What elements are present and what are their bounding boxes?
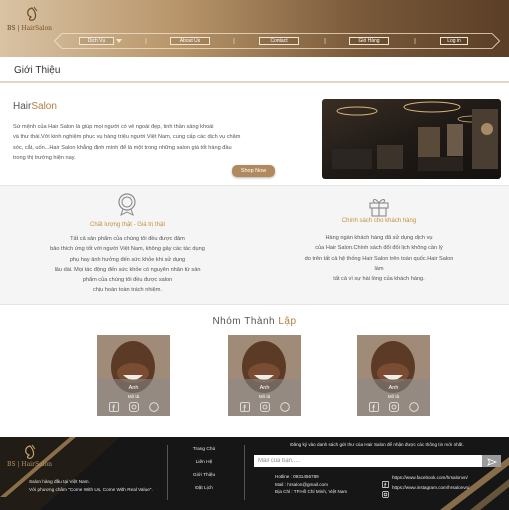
member-name: Anh — [128, 385, 139, 391]
footer-facebook-link[interactable]: https://www.facebook.com/hrsalonvn/ — [382, 475, 502, 488]
team-title: Nhóm Thành Lập — [212, 316, 297, 327]
team-member-card[interactable]: Anh Mô tả — [228, 335, 301, 416]
member-name: Anh — [259, 385, 270, 391]
policy-section: Chất lượng thật - Giá trị thật Tất cả sả… — [0, 185, 509, 305]
member-role: Mô tả — [258, 394, 271, 399]
member-social — [367, 402, 423, 413]
quality-text: Tất cả sản phẩm của chúng tôi đều được đ… — [50, 236, 205, 294]
logo-text: BS | HairSalon — [7, 25, 53, 32]
chevron-down-icon[interactable] — [116, 39, 122, 43]
facebook-icon[interactable] — [109, 402, 119, 412]
quality-title: Chất lượng thật - Giá trị thật — [90, 222, 165, 228]
tiktok-icon[interactable] — [409, 402, 419, 412]
instagram-icon[interactable] — [260, 402, 270, 412]
scissors-logo-icon[interactable] — [22, 444, 38, 460]
facebook-icon[interactable] — [240, 402, 250, 412]
nav-contact[interactable]: Contact — [259, 37, 299, 45]
tiktok-icon[interactable] — [149, 402, 159, 412]
tiktok-icon[interactable] — [280, 402, 290, 412]
nav-log-in[interactable]: Log in — [440, 37, 468, 45]
shop-now-button[interactable]: Shop Now — [232, 165, 275, 177]
site-header: BS | HairSalon Dịch Vụ About Us Contact … — [0, 0, 509, 57]
member-role: Mô tả — [127, 394, 140, 399]
footer-description: Salon hàng đầu tại Việt Nam. Với phương … — [29, 479, 153, 492]
member-role: Mô tả — [387, 394, 400, 399]
site-footer: BS | HairSalon Salon hàng đầu tại Việt N… — [0, 437, 509, 510]
logo[interactable]: BS | HairSalon — [7, 6, 57, 36]
footer-link-trang-chu[interactable]: Trang Chủ — [172, 447, 236, 452]
footer-link-lien-he[interactable]: Liên Hệ — [172, 460, 236, 465]
team-member-card[interactable]: Anh Mô tả — [357, 335, 430, 416]
footer-logo-text: BS | HairSalon — [7, 461, 53, 468]
footer-instagram-link[interactable]: https://www.instagram.com/hrsalonvn/ — [382, 485, 502, 498]
newsletter-send-button[interactable] — [482, 455, 501, 467]
main-nav: Dịch Vụ About Us Contact Giỏ Hàng Log in — [54, 33, 500, 49]
newsletter-note: Đăng ký vào danh sách gửi thư của Hair S… — [290, 442, 464, 447]
footer-gold-stripes — [0, 437, 509, 510]
instagram-icon[interactable] — [389, 402, 399, 412]
footer-link-dat-lich[interactable]: Đặt Lịch — [172, 486, 236, 491]
customer-policy-text: Hàng ngàn khách hàng đã sử dụng dịch vụ … — [304, 235, 454, 283]
customer-policy-title: Chính sách cho khách hàng — [341, 218, 417, 224]
page-title-bar: Giới Thiệu — [0, 59, 509, 83]
member-social — [238, 402, 294, 413]
footer-link-gioi-thieu[interactable]: Giới Thiệu — [172, 473, 236, 478]
newsletter-email-input[interactable] — [254, 455, 482, 467]
page-title: Giới Thiệu — [14, 65, 61, 76]
send-icon — [487, 458, 498, 466]
instagram-icon — [382, 491, 389, 498]
footer-contact: Hotline : 0931456789 Mail : hrsalon@gmai… — [275, 474, 348, 494]
nav-dich-vu[interactable]: Dịch Vụ — [79, 37, 114, 45]
facebook-icon[interactable] — [369, 402, 379, 412]
footer-divider — [167, 445, 168, 500]
member-name: Anh — [388, 385, 399, 391]
nav-about-us[interactable]: About Us — [170, 37, 210, 45]
medal-icon — [118, 193, 136, 216]
instagram-icon[interactable] — [129, 402, 139, 412]
footer-divider — [244, 445, 245, 500]
nav-gio-hang[interactable]: Giỏ Hàng — [349, 37, 389, 45]
intro-text: Sứ mệnh của Hair Salon là giúp mọi người… — [13, 124, 241, 161]
scissors-logo-icon — [27, 6, 38, 21]
member-social — [107, 402, 163, 413]
salon-interior-image — [322, 99, 501, 179]
gift-icon — [369, 199, 389, 217]
team-member-card[interactable]: Anh Mô tả — [97, 335, 170, 416]
intro-title: HairSalon — [13, 101, 57, 112]
